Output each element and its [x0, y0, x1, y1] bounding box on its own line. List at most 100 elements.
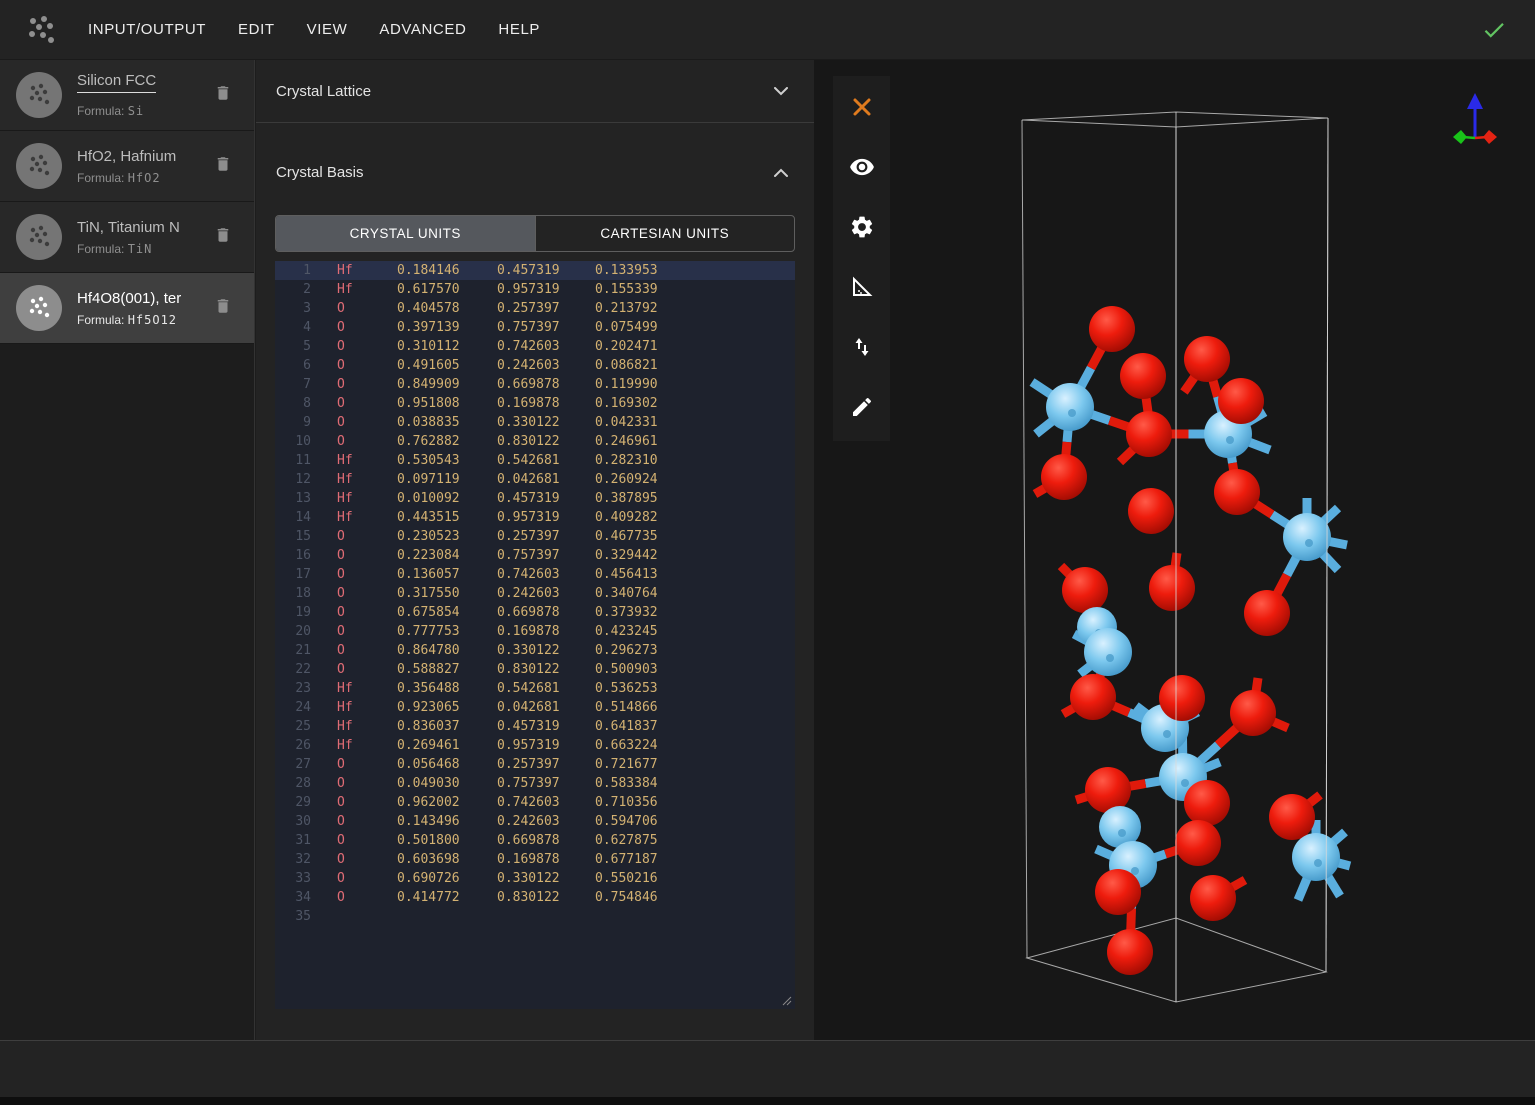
delete-material-button[interactable]: [214, 224, 234, 248]
material-name[interactable]: HfO2, Hafnium: [77, 148, 185, 165]
basis-row-2[interactable]: 2 Hf 0.617570 0.957319 0.155339: [275, 280, 795, 299]
delete-material-button[interactable]: [214, 295, 234, 319]
menu-item-edit[interactable]: EDIT: [236, 15, 277, 44]
atom-o[interactable]: [1184, 336, 1230, 382]
basis-row-16[interactable]: 16 O 0.223084 0.757397 0.329442: [275, 546, 795, 565]
line-number: 3: [283, 299, 311, 318]
basis-row-31[interactable]: 31 O 0.501800 0.669878 0.627875: [275, 831, 795, 850]
basis-row-7[interactable]: 7 O 0.849909 0.669878 0.119990: [275, 375, 795, 394]
delete-material-button[interactable]: [214, 82, 234, 106]
tab-cartesian-units[interactable]: CARTESIAN UNITS: [535, 216, 795, 251]
basis-row-32[interactable]: 32 O 0.603698 0.169878 0.677187: [275, 850, 795, 869]
basis-row-24[interactable]: 24 Hf 0.923065 0.042681 0.514866: [275, 698, 795, 717]
menu-item-help[interactable]: HELP: [496, 15, 542, 44]
basis-row-12[interactable]: 12 Hf 0.097119 0.042681 0.260924: [275, 470, 795, 489]
crystal-structure-3d-view[interactable]: [814, 60, 1535, 1040]
atom-o[interactable]: [1126, 411, 1172, 457]
material-item-1[interactable]: Silicon FCC Formula: Si: [0, 60, 254, 131]
atom-o[interactable]: [1095, 869, 1141, 915]
atom-o[interactable]: [1062, 567, 1108, 613]
atom-o[interactable]: [1230, 690, 1276, 736]
chevron-down-icon[interactable]: [774, 87, 788, 96]
material-item-4[interactable]: Hf4O8(001), ter Formula: Hf5O12: [0, 273, 254, 344]
eye-icon[interactable]: [845, 150, 879, 184]
basis-row-34[interactable]: 34 O 0.414772 0.830122 0.754846: [275, 888, 795, 907]
basis-row-35[interactable]: 35: [275, 907, 795, 926]
check-icon[interactable]: [1481, 17, 1507, 43]
material-name[interactable]: TiN, Titanium N: [77, 219, 185, 236]
atom-o[interactable]: [1041, 454, 1087, 500]
basis-row-3[interactable]: 3 O 0.404578 0.257397 0.213792: [275, 299, 795, 318]
menu-item-view[interactable]: VIEW: [305, 15, 350, 44]
basis-row-20[interactable]: 20 O 0.777753 0.169878 0.423245: [275, 622, 795, 641]
atom-o[interactable]: [1070, 674, 1116, 720]
measure-icon[interactable]: [845, 270, 879, 304]
atom-o[interactable]: [1107, 929, 1153, 975]
atom-hf[interactable]: [1283, 513, 1331, 561]
atom-o[interactable]: [1218, 378, 1264, 424]
atom-hf[interactable]: [1046, 383, 1094, 431]
basis-row-13[interactable]: 13 Hf 0.010092 0.457319 0.387895: [275, 489, 795, 508]
gear-icon[interactable]: [845, 210, 879, 244]
atom-o[interactable]: [1128, 488, 1174, 534]
menu-item-advanced[interactable]: ADVANCED: [377, 15, 468, 44]
atom-o[interactable]: [1269, 794, 1315, 840]
trash-icon[interactable]: [214, 82, 232, 104]
basis-row-33[interactable]: 33 O 0.690726 0.330122 0.550216: [275, 869, 795, 888]
basis-row-15[interactable]: 15 O 0.230523 0.257397 0.467735: [275, 527, 795, 546]
basis-row-17[interactable]: 17 O 0.136057 0.742603 0.456413: [275, 565, 795, 584]
basis-row-23[interactable]: 23 Hf 0.356488 0.542681 0.536253: [275, 679, 795, 698]
basis-row-21[interactable]: 21 O 0.864780 0.330122 0.296273: [275, 641, 795, 660]
menu-item-input-output[interactable]: INPUT/OUTPUT: [86, 15, 208, 44]
close-icon[interactable]: [845, 90, 879, 124]
material-item-3[interactable]: TiN, Titanium N Formula: TiN: [0, 202, 254, 273]
basis-row-29[interactable]: 29 O 0.962002 0.742603 0.710356: [275, 793, 795, 812]
basis-row-1[interactable]: 1 Hf 0.184146 0.457319 0.133953: [275, 261, 795, 280]
atom-o[interactable]: [1149, 565, 1195, 611]
basis-row-26[interactable]: 26 Hf 0.269461 0.957319 0.663224: [275, 736, 795, 755]
structure-viewport[interactable]: [814, 60, 1535, 1040]
basis-row-4[interactable]: 4 O 0.397139 0.757397 0.075499: [275, 318, 795, 337]
material-name[interactable]: Hf4O8(001), ter: [77, 290, 185, 307]
atom-o[interactable]: [1159, 675, 1205, 721]
atom-o[interactable]: [1175, 820, 1221, 866]
chevron-up-icon[interactable]: [774, 168, 788, 177]
pencil-icon[interactable]: [845, 390, 879, 424]
basis-row-11[interactable]: 11 Hf 0.530543 0.542681 0.282310: [275, 451, 795, 470]
tab-crystal-units[interactable]: CRYSTAL UNITS: [276, 216, 535, 251]
delete-material-button[interactable]: [214, 153, 234, 177]
basis-row-27[interactable]: 27 O 0.056468 0.257397 0.721677: [275, 755, 795, 774]
trash-icon[interactable]: [214, 153, 232, 175]
basis-row-28[interactable]: 28 O 0.049030 0.757397 0.583384: [275, 774, 795, 793]
atom-hf[interactable]: [1292, 833, 1340, 881]
trash-icon[interactable]: [214, 224, 232, 246]
basis-row-25[interactable]: 25 Hf 0.836037 0.457319 0.641837: [275, 717, 795, 736]
material-item-2[interactable]: HfO2, Hafnium Formula: HfO2: [0, 131, 254, 202]
basis-row-10[interactable]: 10 O 0.762882 0.830122 0.246961: [275, 432, 795, 451]
basis-row-30[interactable]: 30 O 0.143496 0.242603 0.594706: [275, 812, 795, 831]
atom-o[interactable]: [1184, 780, 1230, 826]
crystal-basis-header[interactable]: Crystal Basis: [256, 123, 814, 203]
basis-row-8[interactable]: 8 O 0.951808 0.169878 0.169302: [275, 394, 795, 413]
atom-o[interactable]: [1089, 306, 1135, 352]
trash-icon[interactable]: [214, 295, 232, 317]
basis-coordinates-editor[interactable]: 1 Hf 0.184146 0.457319 0.1339532 Hf 0.61…: [275, 261, 795, 1009]
import-export-icon[interactable]: [845, 330, 879, 364]
basis-row-22[interactable]: 22 O 0.588827 0.830122 0.500903: [275, 660, 795, 679]
crystal-lattice-header[interactable]: Crystal Lattice: [256, 60, 814, 123]
basis-row-9[interactable]: 9 O 0.038835 0.330122 0.042331: [275, 413, 795, 432]
atom-o[interactable]: [1190, 875, 1236, 921]
atom-hf[interactable]: [1084, 628, 1132, 676]
atom-o[interactable]: [1244, 590, 1290, 636]
basis-row-14[interactable]: 14 Hf 0.443515 0.957319 0.409282: [275, 508, 795, 527]
atom-o[interactable]: [1120, 353, 1166, 399]
material-name[interactable]: Silicon FCC: [77, 72, 156, 93]
atom-o[interactable]: [1085, 767, 1131, 813]
atom-o[interactable]: [1214, 469, 1260, 515]
basis-row-6[interactable]: 6 O 0.491605 0.242603 0.086821: [275, 356, 795, 375]
basis-row-19[interactable]: 19 O 0.675854 0.669878 0.373932: [275, 603, 795, 622]
app-logo-icon[interactable]: [24, 13, 58, 47]
resize-handle[interactable]: [780, 994, 792, 1006]
basis-row-5[interactable]: 5 O 0.310112 0.742603 0.202471: [275, 337, 795, 356]
basis-row-18[interactable]: 18 O 0.317550 0.242603 0.340764: [275, 584, 795, 603]
